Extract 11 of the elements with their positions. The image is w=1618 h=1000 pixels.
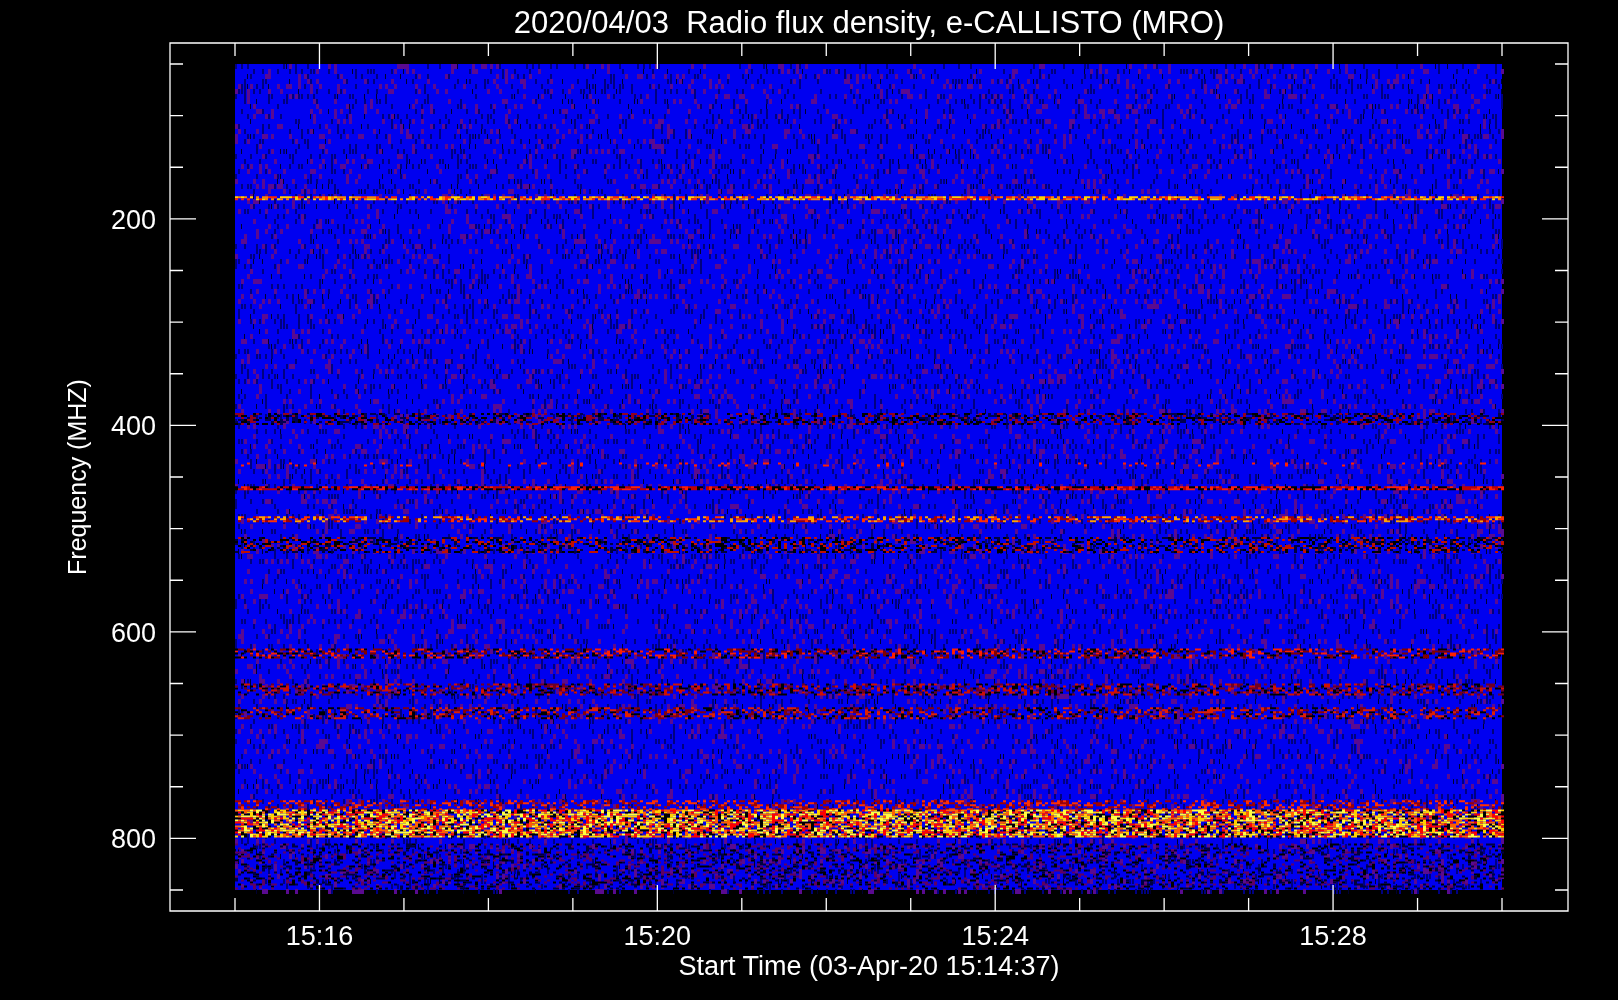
axis-tick-label: 800 <box>110 824 156 855</box>
axis-tick-label: 200 <box>110 204 156 235</box>
chart-title: 2020/04/03 Radio flux density, e-CALLISTO (MRO) <box>513 5 1225 40</box>
axis-tick-label: 600 <box>110 617 156 648</box>
axis-tick-label: 15:16 <box>285 921 354 951</box>
axis-tick-label: 15:28 <box>1299 921 1367 951</box>
axis-tick-label: 15:24 <box>961 921 1029 951</box>
axis-title: Frequency (MHZ) <box>63 379 91 575</box>
axis-tick-label: 400 <box>110 411 156 442</box>
axis-title: Start Time (03-Apr-20 15:14:37) <box>678 951 1060 981</box>
axis-tick-label: 15:20 <box>623 921 692 951</box>
